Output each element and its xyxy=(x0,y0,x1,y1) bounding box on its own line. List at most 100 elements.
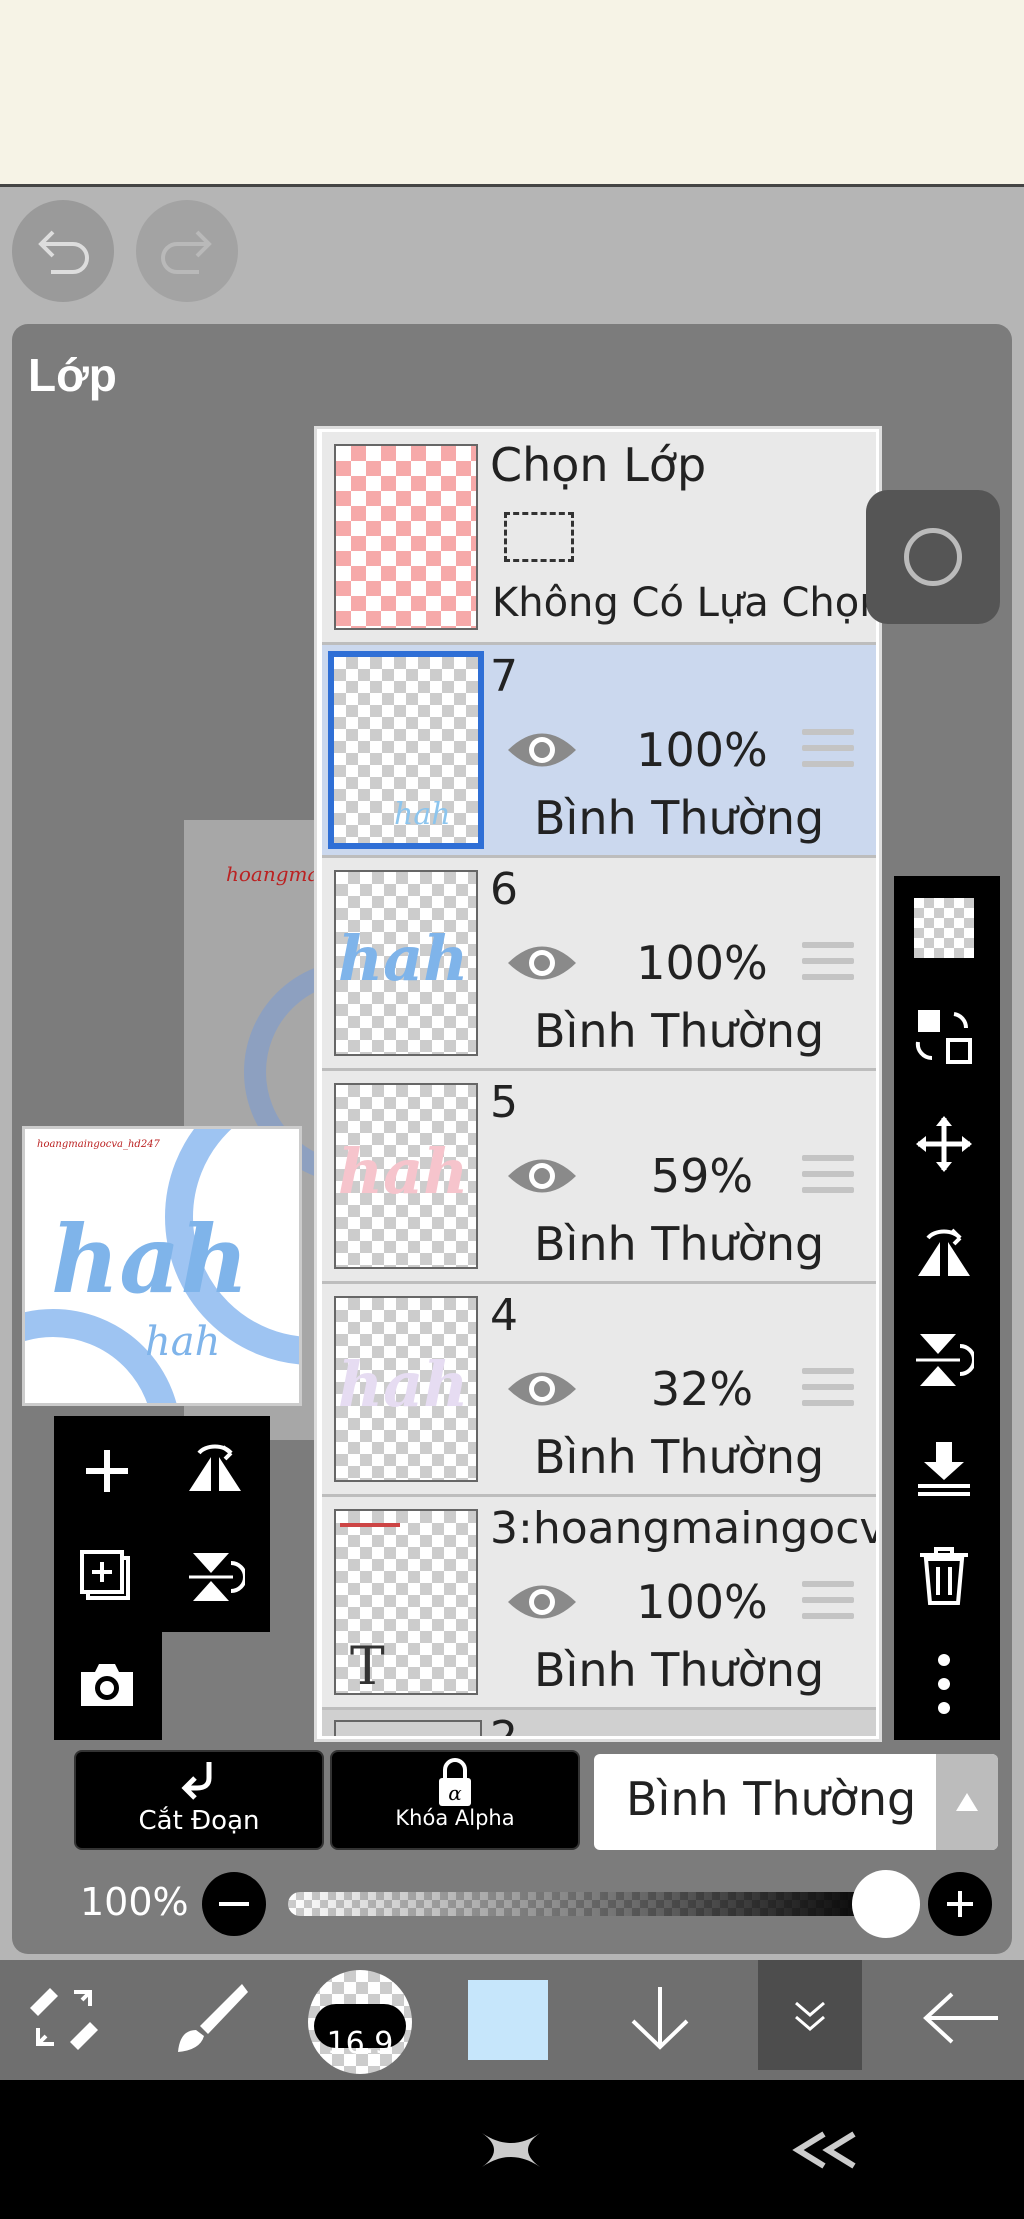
move-button[interactable] xyxy=(906,1106,982,1182)
layers-panel-button[interactable] xyxy=(758,1960,862,2070)
clip-arrow-icon xyxy=(181,1762,212,1800)
redo-button[interactable] xyxy=(136,200,238,302)
eye-icon[interactable] xyxy=(504,725,580,775)
eye-icon[interactable] xyxy=(504,1364,580,1414)
selection-marquee-icon xyxy=(504,512,574,562)
clipping-button[interactable]: Cắt Đoạn xyxy=(74,1750,324,1850)
canvas-preview[interactable]: hoangmaingocva_hd247 hah hah xyxy=(22,1126,302,1406)
layer-move-down-button[interactable] xyxy=(610,1968,710,2068)
eye-icon[interactable] xyxy=(504,1151,580,1201)
minus-icon xyxy=(219,1902,249,1906)
layer-row-3[interactable]: T 3:hoangmaingocv 100% Bình Thường xyxy=(322,1497,876,1710)
layer-opacity: 59% xyxy=(650,1149,754,1203)
delete-layer-button[interactable] xyxy=(906,1538,982,1614)
layer-blend-mode: Bình Thường xyxy=(534,1004,825,1058)
back-button[interactable] xyxy=(912,1968,1012,2068)
opacity-slider-thumb[interactable] xyxy=(852,1870,920,1938)
layer-blend-mode: Bình Thường xyxy=(534,1643,825,1697)
close-icon xyxy=(482,2133,540,2167)
opacity-slider-track[interactable] xyxy=(288,1892,888,1916)
layer-row-4[interactable]: hah 4 32% Bình Thường xyxy=(322,1284,876,1497)
selection-thumb xyxy=(334,444,478,630)
layer-thumb: hah xyxy=(334,1083,478,1269)
preview-sub-text: hah xyxy=(145,1319,221,1365)
flip-horizontal-icon xyxy=(918,1228,970,1276)
checker-icon xyxy=(914,898,974,958)
eraser-swap-icon xyxy=(30,1988,98,2050)
add-layer-button[interactable] xyxy=(54,1418,160,1524)
tool-switch-button[interactable] xyxy=(14,1968,114,2068)
camera-icon xyxy=(81,1664,133,1706)
circle-icon xyxy=(904,528,962,586)
floating-menu-button[interactable] xyxy=(866,490,1000,624)
more-options-button[interactable] xyxy=(906,1646,982,1722)
layer-row-partial[interactable]: 2 xyxy=(322,1710,876,1736)
layer-blend-mode: Bình Thường xyxy=(534,1430,825,1484)
triangle-up-icon xyxy=(956,1793,978,1811)
selection-layer-row[interactable]: Chọn Lớp Không Có Lựa Chọn xyxy=(322,432,885,645)
arrow-down-icon xyxy=(631,1987,689,2050)
layer-name: 4 xyxy=(490,1290,518,1341)
trash-icon xyxy=(920,1547,968,1605)
drag-handle[interactable] xyxy=(802,1368,854,1416)
alpha-lock-button[interactable]: α Khóa Alpha xyxy=(330,1750,580,1850)
brush-size-value: 16.9 xyxy=(326,2026,394,2061)
recent-apps-button[interactable] xyxy=(790,2120,860,2180)
flip-vertical-icon xyxy=(916,1334,974,1386)
add-layer-icon xyxy=(86,1450,128,1492)
layer-row-5[interactable]: hah 5 59% Bình Thường xyxy=(322,1071,876,1284)
plus-icon xyxy=(947,1891,973,1917)
flip-layer-vertical-button[interactable] xyxy=(162,1524,268,1630)
blend-mode-dropdown[interactable] xyxy=(936,1754,998,1850)
flip-horizontal-icon xyxy=(189,1444,241,1491)
blend-mode-select[interactable]: Bình Thường xyxy=(594,1754,998,1850)
redo-icon xyxy=(161,230,212,274)
svg-text:α: α xyxy=(448,1781,462,1805)
drag-handle[interactable] xyxy=(802,1155,854,1203)
brush-icon xyxy=(178,1984,248,2052)
layer-thumb: hah xyxy=(328,651,484,849)
eye-icon[interactable] xyxy=(504,1577,580,1627)
flip-vertical-icon xyxy=(189,1553,245,1601)
blend-mode-value: Bình Thường xyxy=(626,1772,917,1826)
flip-layer-horizontal-button[interactable] xyxy=(162,1418,268,1524)
drag-handle[interactable] xyxy=(802,1581,854,1629)
flip-horizontal-button[interactable] xyxy=(906,1214,982,1290)
color-swatch[interactable] xyxy=(468,1980,548,2060)
top-canvas-area xyxy=(0,0,1024,187)
opacity-decrease-button[interactable] xyxy=(202,1872,266,1936)
brush-size-button[interactable]: 16.9 xyxy=(308,1970,412,2074)
layer-row-6[interactable]: hah 6 100% Bình Thường xyxy=(322,858,876,1071)
opacity-increase-button[interactable] xyxy=(928,1872,992,1936)
panel-title: Lớp xyxy=(28,349,117,401)
camera-button[interactable] xyxy=(54,1632,160,1738)
drag-handle[interactable] xyxy=(802,729,854,777)
transform-icon xyxy=(915,1010,972,1064)
add-folder-button[interactable] xyxy=(54,1524,160,1630)
close-nav-button[interactable] xyxy=(476,2120,546,2180)
drag-handle[interactable] xyxy=(802,942,854,990)
transform-button[interactable] xyxy=(906,998,982,1074)
transparency-button[interactable] xyxy=(906,890,982,966)
layer-thumb: T xyxy=(334,1509,478,1695)
layer-opacity: 100% xyxy=(636,1575,768,1629)
chevron-double-down-icon xyxy=(795,2001,825,2031)
layer-name: 6 xyxy=(490,864,518,915)
layer-opacity: 100% xyxy=(636,936,768,990)
brush-tool-button[interactable] xyxy=(160,1968,260,2068)
undo-button[interactable] xyxy=(12,200,114,302)
layer-name: 5 xyxy=(490,1077,518,1128)
eye-icon[interactable] xyxy=(504,938,580,988)
layer-name: 2 xyxy=(490,1712,518,1736)
layer-row-7[interactable]: hah 7 100% Bình Thường xyxy=(322,645,876,858)
merge-down-button[interactable] xyxy=(906,1430,982,1506)
alpha-lock-label: Khóa Alpha xyxy=(395,1806,515,1830)
layer-thumb: hah xyxy=(334,1296,478,1482)
clipping-label: Cắt Đoạn xyxy=(138,1806,260,1836)
layer-name: 3:hoangmaingocv xyxy=(490,1503,876,1554)
more-icon xyxy=(938,1654,950,1714)
layer-thumb: hah xyxy=(334,870,478,1056)
layer-blend-mode: Bình Thường xyxy=(534,1217,825,1271)
flip-vertical-button[interactable] xyxy=(906,1322,982,1398)
layer-name: 7 xyxy=(490,651,518,702)
